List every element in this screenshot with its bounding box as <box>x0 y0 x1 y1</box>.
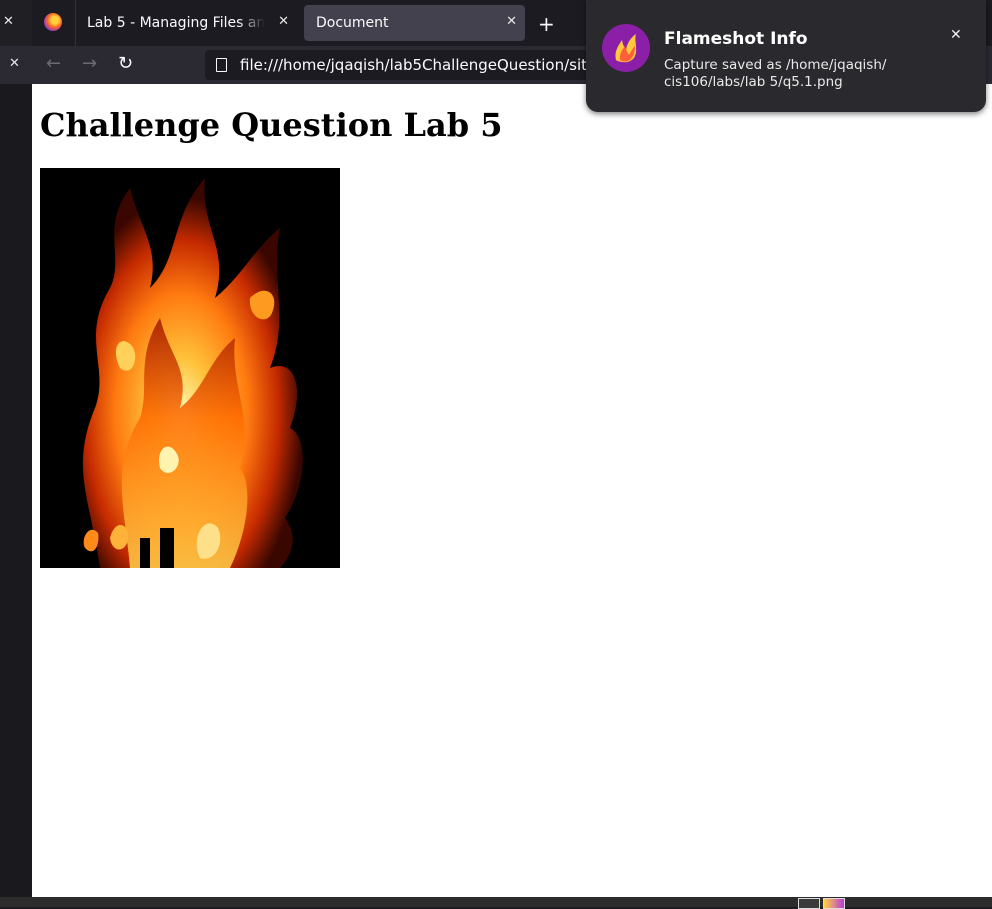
tab-lab5[interactable]: Lab 5 - Managing Files and Directories ✕ <box>75 5 297 41</box>
notification[interactable]: Flameshot Info Capture saved as /home/jq… <box>586 0 986 112</box>
tray-flameshot-icon[interactable] <box>823 898 845 909</box>
page-icon <box>216 58 227 72</box>
flameshot-icon <box>602 24 650 72</box>
tab-title: Document <box>316 15 389 31</box>
back-button[interactable]: ← <box>46 54 61 74</box>
page-content: Challenge Question Lab 5 <box>32 84 992 897</box>
close-icon[interactable]: ✕ <box>3 14 14 29</box>
fire-image <box>40 168 340 568</box>
tab-document[interactable]: Document ✕ <box>304 5 525 41</box>
close-icon[interactable]: ✕ <box>950 27 962 43</box>
tray-window-icon[interactable] <box>798 898 820 909</box>
notification-title: Flameshot Info <box>664 29 808 49</box>
firefox-view-button[interactable] <box>32 0 76 46</box>
new-tab-button[interactable]: + <box>538 12 555 36</box>
forward-button[interactable]: → <box>82 54 97 74</box>
reload-button[interactable]: ↻ <box>118 54 133 74</box>
close-icon[interactable]: ✕ <box>506 14 517 29</box>
notification-body: Capture saved as /home/jqaqish/ cis106/l… <box>664 57 887 90</box>
background-toolbar: ✕ <box>0 46 32 84</box>
close-icon[interactable]: ✕ <box>9 56 20 71</box>
page-title: Challenge Question Lab 5 <box>40 106 503 144</box>
firefox-icon <box>44 13 62 31</box>
url-text[interactable]: file:///home/jqaqish/lab5ChallengeQuesti… <box>240 56 635 74</box>
background-window-strip: ✕ ✕ <box>0 0 32 897</box>
close-icon[interactable]: ✕ <box>278 14 289 29</box>
tab-title: Lab 5 - Managing Files and Directories <box>87 15 265 31</box>
background-tab[interactable]: ✕ <box>0 0 32 47</box>
